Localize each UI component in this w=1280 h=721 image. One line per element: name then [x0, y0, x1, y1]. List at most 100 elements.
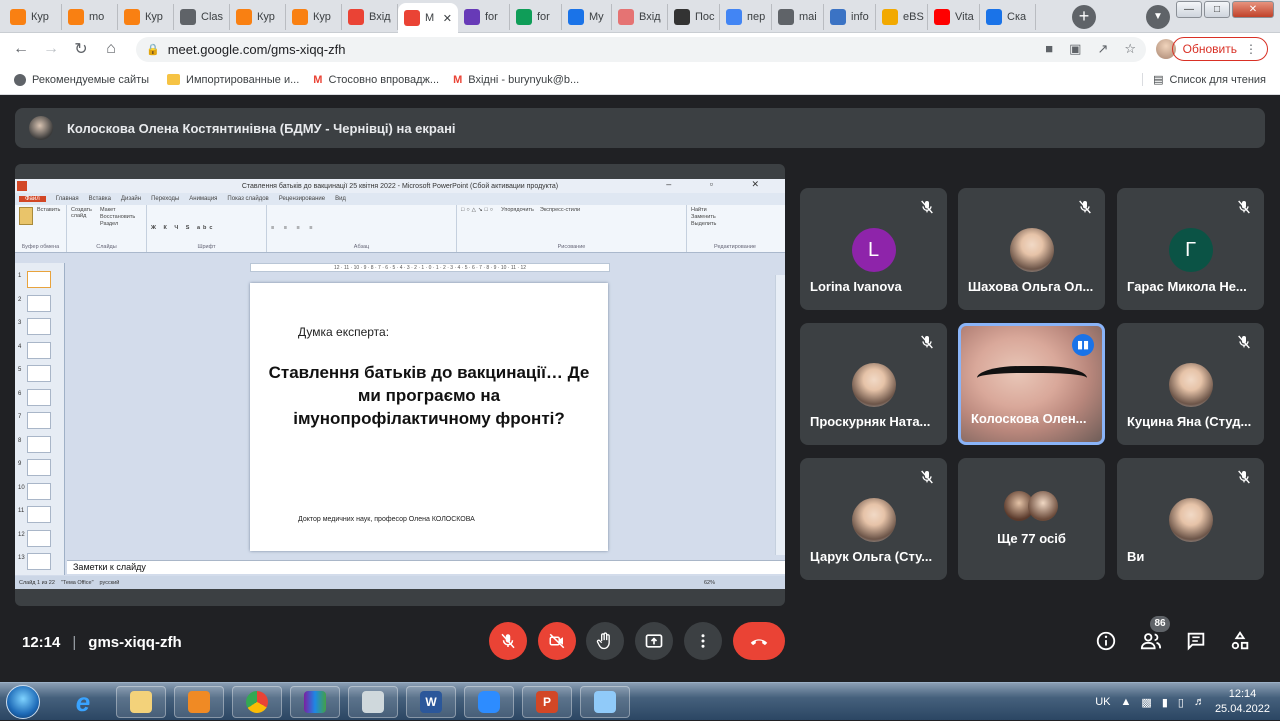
layout-button[interactable]: Макет — [100, 207, 135, 213]
home-icon[interactable]: ⌂ — [96, 40, 126, 58]
back-icon[interactable]: ← — [6, 40, 36, 58]
bookmark-gmail-2[interactable]: M Вхідні - burynyuk@b... — [453, 74, 579, 86]
section-button[interactable]: Раздел — [100, 221, 135, 227]
browser-tab[interactable]: info — [824, 4, 876, 30]
slide-thumbnail[interactable] — [27, 294, 51, 312]
participant-tile[interactable]: Шахова Ольга Ол... — [958, 188, 1105, 310]
quick-styles-button[interactable]: Экспресс-стили — [540, 207, 580, 213]
slide-thumbnail[interactable] — [27, 529, 51, 547]
zoom-level[interactable]: 62% — [704, 580, 715, 586]
more-options-button[interactable] — [684, 622, 722, 660]
slide-thumbnail[interactable] — [27, 506, 51, 523]
present-button[interactable] — [635, 622, 673, 660]
participant-tile[interactable]: Царук Ольга (Сту... — [800, 458, 947, 580]
translate-icon[interactable]: ▣ — [1069, 41, 1081, 57]
minimize-icon[interactable]: — — [1176, 1, 1202, 18]
slide-thumbnail[interactable] — [27, 341, 51, 359]
slide-thumbnail[interactable] — [27, 482, 51, 500]
taskbar-screen[interactable] — [580, 686, 630, 718]
slide-thumbnail[interactable] — [27, 435, 51, 453]
chat-button[interactable] — [1183, 628, 1209, 654]
browser-tab[interactable]: Кур — [118, 4, 174, 30]
ppt-ribbon-tab[interactable]: Файл — [19, 196, 46, 202]
taskbar-zoom[interactable] — [464, 686, 514, 718]
shapes-gallery[interactable]: □○△↘□○ — [461, 207, 495, 213]
ppt-ribbon-tab[interactable]: Переходы — [151, 196, 179, 202]
browser-tab[interactable]: Кур — [286, 4, 342, 30]
taskbar-chrome[interactable] — [232, 686, 282, 718]
browser-tab[interactable]: Вхід — [342, 4, 398, 30]
taskbar-printer[interactable] — [348, 686, 398, 718]
ppt-ribbon-tab[interactable]: Главная — [56, 196, 79, 202]
participant-tile[interactable]: Ви — [1117, 458, 1264, 580]
paste-icon[interactable] — [19, 207, 33, 225]
browser-tab[interactable]: Кур — [230, 4, 286, 30]
paste-label[interactable]: Вставить — [37, 207, 60, 225]
slide-notes[interactable]: Заметки к слайду — [67, 560, 785, 574]
update-button[interactable]: Обновить ⋮ — [1171, 37, 1268, 61]
forward-icon[interactable]: → — [36, 40, 66, 58]
browser-tab[interactable]: Ска — [980, 4, 1036, 30]
participant-tile[interactable]: ▮▮ Колоскова Олен... — [958, 323, 1105, 445]
camera-indicator-icon[interactable]: ■ — [1045, 41, 1053, 57]
taskbar-ie[interactable]: e — [58, 686, 108, 718]
slide-thumbnail[interactable] — [27, 459, 51, 476]
meeting-details-button[interactable] — [1093, 628, 1119, 654]
ppt-ribbon-tab[interactable]: Анимация — [189, 196, 217, 202]
maximize-icon[interactable]: □ — [1204, 1, 1230, 18]
browser-tab[interactable]: eBS — [876, 4, 928, 30]
select-button[interactable]: Выделить — [691, 221, 779, 227]
bookmark-recommended[interactable]: Рекомендуемые сайты — [14, 73, 149, 86]
raise-hand-button[interactable] — [586, 622, 624, 660]
start-button[interactable] — [6, 685, 40, 719]
bookmark-star-icon[interactable]: ☆ — [1124, 41, 1136, 57]
ppt-ribbon-tab[interactable]: Дизайн — [121, 196, 141, 202]
participant-tile[interactable]: Ще 77 осіб — [958, 458, 1105, 580]
taskbar-media[interactable] — [174, 686, 224, 718]
bookmark-gmail-1[interactable]: M Стосовно впровадж... — [313, 74, 439, 86]
ppt-ribbon-tab[interactable]: Вставка — [89, 196, 111, 202]
ppt-vertical-scrollbar[interactable] — [775, 275, 785, 555]
taskbar-powerpoint[interactable]: P — [522, 686, 572, 718]
browser-tab[interactable]: for — [458, 4, 510, 30]
slide-thumbnail[interactable] — [27, 271, 51, 288]
close-icon[interactable]: ✕ — [1232, 1, 1274, 18]
people-button[interactable] — [1138, 628, 1164, 654]
camera-toggle-button[interactable] — [538, 622, 576, 660]
paragraph-controls[interactable]: ≡ ≡ ≡ ≡ — [271, 225, 452, 231]
reading-list[interactable]: ▤ Список для чтения — [1142, 73, 1266, 86]
font-controls[interactable]: Ж К Ч S abc — [151, 225, 262, 231]
participant-tile[interactable]: L Lorina Ivanova — [800, 188, 947, 310]
mic-toggle-button[interactable] — [489, 622, 527, 660]
signal-icon[interactable]: ▯ — [1178, 696, 1184, 709]
participant-tile[interactable]: Г Гарас Микола Не... — [1117, 188, 1264, 310]
current-slide[interactable]: Думка експерта: Ставлення батьків до вак… — [250, 283, 608, 551]
arrange-button[interactable]: Упорядочить — [501, 207, 534, 213]
language-indicator[interactable]: UK — [1095, 696, 1110, 708]
ppt-ribbon-tab[interactable]: Рецензирование — [279, 196, 325, 202]
replace-button[interactable]: Заменить — [691, 214, 779, 220]
battery-icon[interactable]: ▮ — [1162, 696, 1168, 709]
ppt-ribbon-tab[interactable]: Вид — [335, 196, 346, 202]
url-input[interactable]: 🔒 meet.google.com/gms-xiqq-zfh ■ ▣ ↗ ☆ — [136, 37, 1146, 62]
reset-button[interactable]: Восстановить — [100, 214, 135, 220]
browser-tab[interactable]: пер — [720, 4, 772, 30]
browser-tab[interactable]: Пос — [668, 4, 720, 30]
taskbar-word[interactable]: W — [406, 686, 456, 718]
taskbar-winrar[interactable] — [290, 686, 340, 718]
browser-tab[interactable]: Вхід — [612, 4, 668, 30]
browser-tab[interactable]: mo — [62, 4, 118, 30]
browser-tab[interactable]: My — [562, 4, 612, 30]
ppt-ribbon-tab[interactable]: Показ слайдов — [227, 196, 268, 202]
tab-search-button[interactable]: ▼ — [1146, 5, 1170, 29]
browser-tab[interactable]: Vita — [928, 4, 980, 30]
taskbar-explorer[interactable] — [116, 686, 166, 718]
activities-button[interactable] — [1227, 628, 1253, 654]
network-icon[interactable]: ▩ — [1141, 696, 1151, 709]
slide-thumbnail[interactable] — [27, 388, 51, 406]
close-tab-icon[interactable]: ✕ — [443, 12, 452, 25]
bookmark-imported[interactable]: Импортированные и... — [167, 74, 299, 86]
browser-tab[interactable]: for — [510, 4, 562, 30]
participant-tile[interactable]: Проскурняк Ната... — [800, 323, 947, 445]
slide-thumbnail[interactable] — [27, 318, 51, 335]
